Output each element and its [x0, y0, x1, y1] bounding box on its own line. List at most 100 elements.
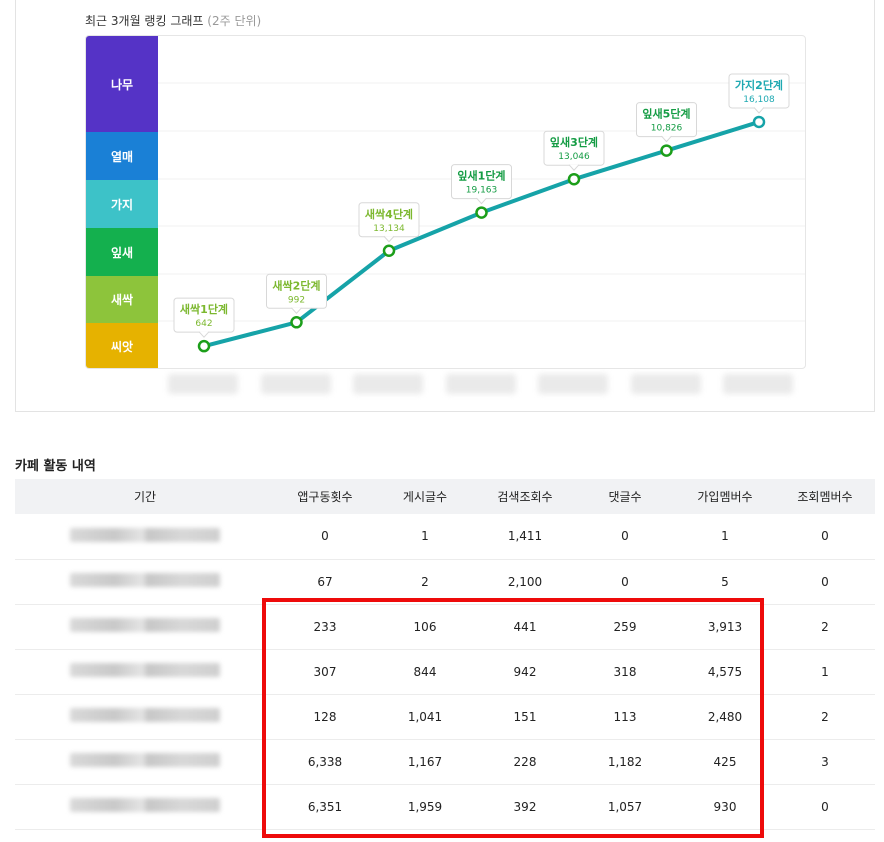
data-point-4 — [475, 206, 488, 219]
table-cell: 392 — [475, 784, 575, 830]
point-level-label: 잎새5단계 — [642, 107, 690, 121]
table-cell: 2 — [775, 694, 875, 740]
table-cell: 1,057 — [575, 784, 675, 830]
table-cell: 441 — [475, 604, 575, 650]
x-axis-date-label-blurred — [260, 374, 331, 394]
table-cell: 1,182 — [575, 739, 675, 785]
x-axis-date-label-blurred — [168, 374, 238, 394]
tooltip-pointer — [568, 164, 580, 171]
point-tooltip-4: 잎새1단계 19,163 — [451, 164, 512, 205]
data-point-3 — [382, 244, 396, 257]
period-value-blurred — [70, 527, 220, 542]
period-value-blurred — [70, 618, 220, 632]
x-axis-date-label-blurred — [538, 374, 608, 394]
table-cell: 0 — [275, 514, 375, 560]
period-cell — [15, 739, 275, 785]
data-point-2 — [290, 316, 303, 329]
table-cell: 2 — [775, 604, 875, 650]
activity-section-title: 카페 활동 내역 — [15, 459, 96, 474]
tooltip-pointer — [383, 235, 395, 243]
point-level-label: 새싹2단계 — [272, 278, 320, 292]
period-value-blurred — [70, 573, 220, 587]
table-cell: 3,913 — [675, 604, 775, 650]
point-tooltip-1: 새싹1단계 642 — [173, 297, 235, 338]
column-header: 조회멤버수 — [775, 479, 875, 514]
tooltip-pointer — [291, 307, 302, 315]
period-cell — [15, 559, 275, 605]
x-axis-date-label-blurred — [723, 374, 793, 394]
table-cell: 1,167 — [375, 739, 475, 785]
point-tooltip-7: 가지2단계 16,108 — [728, 73, 790, 114]
point-level-label: 가지2단계 — [735, 78, 783, 92]
table-cell: 6,338 — [275, 739, 375, 785]
point-tooltip-2: 새싹2단계 992 — [266, 273, 327, 315]
point-tooltip-6: 잎새5단계 10,826 — [636, 102, 697, 143]
tooltip-pointer — [198, 331, 210, 338]
point-value-label: 992 — [288, 295, 305, 305]
table-cell: 307 — [275, 649, 375, 695]
table-header-row: 기간 앱구동횟수 게시글수 검색조회수 댓글수 가입멤버수 조회멤버수 — [15, 479, 875, 514]
point-level-label: 새싹1단계 — [180, 302, 228, 316]
table-cell: 6,351 — [275, 784, 375, 830]
point-tooltip-3: 새싹4단계 13,134 — [358, 202, 420, 243]
table-cell: 4,575 — [675, 649, 775, 695]
chart-title: 최근 3개월 랭킹 그래프 (2주 단위) — [85, 12, 261, 29]
column-header: 기간 — [15, 479, 275, 514]
table-cell: 0 — [575, 559, 675, 605]
table-cell: 228 — [475, 739, 575, 785]
tooltip-pointer — [476, 197, 487, 205]
point-level-label: 잎새3단계 — [550, 135, 598, 149]
table-cell: 930 — [675, 784, 775, 830]
x-axis-date-label-blurred — [630, 374, 701, 394]
column-header: 검색조회수 — [475, 479, 575, 514]
table-cell: 1,959 — [375, 784, 475, 830]
table-cell: 1 — [675, 514, 775, 560]
activity-table: 기간 앱구동횟수 게시글수 검색조회수 댓글수 가입멤버수 조회멤버수 0 1 1,411 0 1 0… — [15, 479, 875, 830]
table-row: 233 106 441 259 3,913 2 — [15, 604, 875, 650]
data-point-5 — [567, 172, 581, 186]
x-axis-date-label-blurred — [353, 374, 423, 394]
table-cell: 67 — [275, 559, 375, 605]
table-row: 6,338 1,167 228 1,182 425 3 — [15, 739, 875, 785]
period-cell — [15, 514, 275, 560]
column-header: 댓글수 — [575, 479, 675, 514]
table-row: 67 2 2,100 0 5 0 — [15, 559, 875, 605]
table-cell: 2,100 — [475, 559, 575, 605]
table-cell: 113 — [575, 694, 675, 740]
table-cell: 259 — [575, 604, 675, 650]
period-value-blurred — [70, 663, 220, 677]
table-cell: 5 — [675, 559, 775, 605]
table-row: 307 844 942 318 4,575 1 — [15, 649, 875, 695]
point-value-label: 642 — [195, 319, 212, 329]
point-value-label: 16,108 — [743, 95, 775, 105]
table-cell: 1 — [375, 514, 475, 560]
period-cell — [15, 604, 275, 650]
table-row: 128 1,041 151 113 2,480 2 — [15, 694, 875, 740]
period-value-blurred — [70, 753, 220, 767]
ranking-series-line — [202, 119, 761, 349]
data-point-7 — [752, 115, 766, 129]
table-cell: 1 — [775, 649, 875, 695]
period-cell — [15, 649, 275, 695]
table-cell: 318 — [575, 649, 675, 695]
point-level-label: 잎새1단계 — [457, 169, 505, 183]
table-row: 6,351 1,959 392 1,057 930 0 — [15, 784, 875, 830]
table-cell: 0 — [775, 514, 875, 560]
point-value-label: 13,046 — [558, 152, 590, 162]
period-value-blurred — [70, 798, 220, 812]
table-row: 0 1 1,411 0 1 0 — [15, 514, 875, 560]
x-axis-date-label-blurred — [445, 374, 516, 394]
table-cell: 0 — [775, 784, 875, 830]
period-cell — [15, 694, 275, 740]
table-cell: 0 — [575, 514, 675, 560]
tooltip-pointer — [753, 107, 765, 114]
table-cell: 2,480 — [675, 694, 775, 740]
table-cell: 106 — [375, 604, 475, 650]
period-value-blurred — [70, 708, 220, 722]
ranking-chart: 나무 열매 가지 잎새 새싹 씨앗 새싹1단계 642 새싹2단계 992 새싹4단계 13,134… — [85, 35, 806, 369]
table-cell: 233 — [275, 604, 375, 650]
column-header: 가입멤버수 — [675, 479, 775, 514]
table-cell: 128 — [275, 694, 375, 740]
ranking-line-chart: 새싹1단계642새싹2단계992새싹4단계13,134잎새1단계19,163잎새… — [158, 73, 805, 353]
point-value-label: 19,163 — [466, 186, 498, 196]
